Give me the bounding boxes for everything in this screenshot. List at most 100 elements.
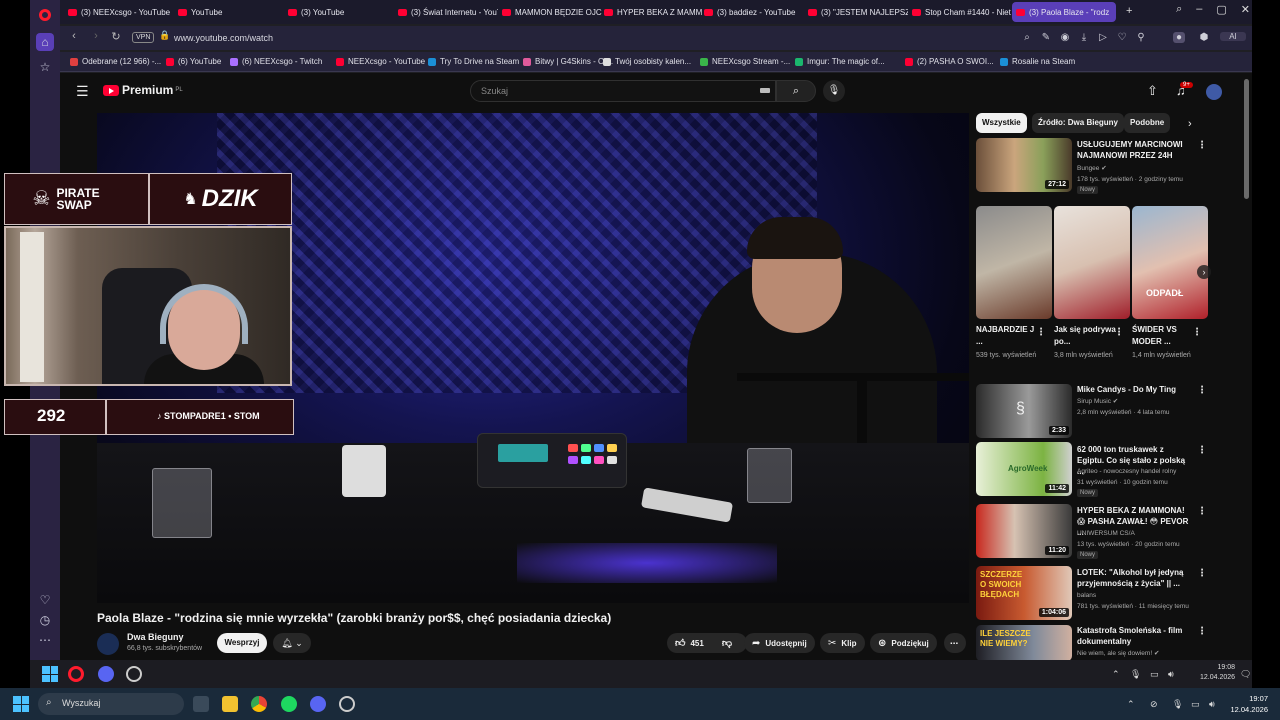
upload-icon[interactable]: ⇧ [1147,83,1158,99]
recommended-title[interactable]: Mike Candys - Do My Ting [1077,384,1189,395]
download-icon[interactable]: ⤓ [1078,32,1090,43]
task-view-icon[interactable] [193,696,209,712]
more-options-icon[interactable]: ⋮ [1197,385,1207,396]
menu-icon[interactable]: ☰ [76,83,89,100]
taskbar-clock[interactable]: 19:07 12.04.2026 [1224,693,1268,715]
heart-icon[interactable]: ♡ [37,592,53,608]
mic-tray-icon[interactable]: 🎙︎ [1130,669,1141,680]
search-button[interactable]: ⌕ [776,80,816,102]
shorts-next-icon[interactable]: › [1197,265,1211,279]
bookmark-item[interactable]: Odebrane (12 966) -... [70,57,161,66]
recommended-thumbnail[interactable]: SZCZERZE O SWOICH BŁĘDACH 1:04:06 [976,566,1072,620]
lock-icon[interactable]: 🔒 [157,30,173,46]
windows-start-icon[interactable] [13,696,29,712]
more-options-icon[interactable]: ⋮ [1197,626,1207,637]
recommended-title[interactable]: Katastrofa Smoleńska - film dokumentalny [1077,625,1189,647]
chip-all[interactable]: Wszystkie [976,113,1027,133]
edit-icon[interactable]: ✎ [1040,32,1052,43]
browser-tab[interactable]: MAMMON BĘDZIE OJCE [498,2,602,22]
discord-icon[interactable] [310,696,326,712]
more-options-icon[interactable]: ⋮ [1197,568,1207,579]
windows-start-icon[interactable] [42,666,58,682]
recommended-title[interactable]: USŁUGUJEMY MARCINOWI NAJMANOWI PRZEZ 24H [1077,139,1189,161]
browser-tab[interactable]: Stop Cham #1440 - Niet [908,2,1012,22]
opera-logo-icon[interactable] [37,7,53,23]
inner-clock[interactable]: 19:08 12.04.2026 [1200,663,1235,683]
obs-icon[interactable] [126,666,142,682]
close-icon[interactable]: ✕ [1241,3,1250,16]
mic-tray-icon[interactable]: 🎙︎ [1172,699,1183,710]
minimize-icon[interactable]: – [1196,3,1202,16]
vpn-badge[interactable]: VPN [132,32,155,43]
short-thumbnail[interactable] [976,206,1052,319]
bookmark-item[interactable]: Imgur: The magic of... [795,57,885,66]
bookmark-icon[interactable]: ⚲ [1135,32,1147,43]
tray-chevron-icon[interactable]: ⌃ [1127,699,1135,710]
chip-similar[interactable]: Podobne [1124,113,1171,133]
channel-avatar[interactable] [97,633,119,655]
share-button[interactable]: ➦ Udostępnij [744,633,815,653]
new-tab-icon[interactable]: + [1126,5,1132,17]
play-icon[interactable]: ▷ [1097,32,1109,43]
more-actions-button[interactable]: ⋯ [944,633,966,653]
more-options-icon[interactable]: ⋮ [1036,327,1046,338]
short-title[interactable]: ŚWIDER VS MODER ... [1132,324,1198,348]
support-button[interactable]: Wesprzyj [217,633,267,653]
browser-tab[interactable]: YouTube [174,2,274,22]
bookmark-item[interactable]: (2) PASHA O SWOI... [905,57,994,66]
browser-tab[interactable]: (3) "JESTEM NAJLEPSZY [804,2,908,22]
bookmark-item[interactable]: NEEXcsgo - YouTube [336,57,425,66]
recommended-thumbnail[interactable]: ILE JESZCZE NIE WIEMY? [976,625,1072,660]
maximize-icon[interactable]: ▢ [1216,3,1226,16]
browser-tab[interactable]: (3) baddiez - YouTube [700,2,804,22]
more-options-icon[interactable]: ⋮ [1192,327,1202,338]
history-icon[interactable]: ◷ [37,612,53,628]
dislike-icon[interactable]: 👎︎ [722,637,732,649]
page-scrollbar[interactable] [1244,79,1249,199]
subscription-bell-button[interactable]: 🔔︎ ⌄ [273,633,311,653]
more-icon[interactable]: ⋯ [37,632,53,648]
chip-source[interactable]: Źródło: Dwa Bieguny [1032,113,1124,133]
tray-chevron-icon[interactable]: ⌃ [1112,669,1120,680]
browser-tab[interactable]: HYPER BEKA Z MAMMO [600,2,702,22]
search-page-icon[interactable]: ⌕ [1021,32,1033,43]
extensions-icon[interactable]: ⬢ [1198,32,1210,43]
taskbar-search[interactable]: ⌕ Wyszukaj [38,693,184,715]
obs-icon[interactable] [339,696,355,712]
opera-icon[interactable] [68,666,84,682]
like-icon[interactable]: 👍︎ [675,637,685,649]
spotify-icon[interactable] [281,696,297,712]
file-explorer-icon[interactable] [222,696,238,712]
reload-icon[interactable]: ↻ [108,30,124,46]
search-tabs-icon[interactable]: ⌕ [1176,3,1182,16]
short-title[interactable]: Jak się podrywa po... [1054,324,1120,348]
back-icon[interactable]: ‹ [66,30,82,46]
youtube-logo[interactable]: Premium PL [103,83,183,97]
monitor-icon[interactable]: ▭ [1150,669,1159,680]
browser-tab[interactable]: (3) Paola Blaze - "rodz [1012,2,1116,22]
volume-icon[interactable]: 🔊︎ [1168,669,1174,680]
keyboard-icon[interactable] [760,88,770,93]
short-thumbnail[interactable]: ODPADŁ [1132,206,1208,319]
recommended-thumbnail[interactable]: § 2:33 [976,384,1072,438]
notification-icon[interactable]: 🗨︎ [1240,669,1251,680]
browser-tab[interactable]: (3) NEEXcsgo - YouTube [64,2,174,22]
more-options-icon[interactable]: ⋮ [1114,327,1124,338]
forward-icon[interactable]: › [88,30,104,46]
recommended-thumbnail[interactable]: 27:12 [976,138,1072,192]
bookmark-item[interactable]: Try To Drive na Steam [428,57,519,66]
bookmark-item[interactable]: Bitwy | G4Skins - Ot... [523,57,613,66]
url-field[interactable]: www.youtube.com/watch [174,33,273,43]
volume-icon[interactable]: 🔊︎ [1209,699,1215,710]
bookmark-item[interactable]: Twój osobisty kalen... [603,57,691,66]
thanks-button[interactable]: ⊛ Podziękuj [870,633,937,653]
avatar[interactable] [1206,84,1222,100]
profile-icon[interactable]: ● [1173,32,1185,43]
chevron-right-icon[interactable]: › [1188,118,1192,130]
bookmark-item[interactable]: NEEXcsgo Stream -... [700,57,790,66]
ai-button[interactable]: AI [1220,32,1246,41]
more-options-icon[interactable]: ⋮ [1197,506,1207,517]
like-count[interactable]: 451 [690,639,703,648]
network-off-icon[interactable]: ⊘ [1150,699,1158,710]
recommended-thumbnail[interactable]: 11:20 [976,504,1072,558]
